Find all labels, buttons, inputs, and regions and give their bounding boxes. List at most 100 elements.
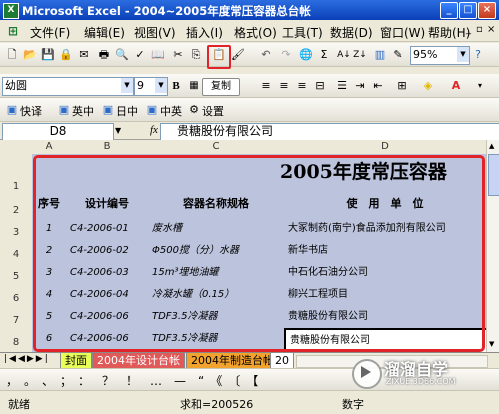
scroll-down-icon[interactable]: ▼ bbox=[489, 340, 494, 348]
title-cell[interactable]: 2005年度常压容器 bbox=[32, 154, 486, 192]
en-zh-icon[interactable]: ▣ bbox=[56, 102, 72, 118]
tab-20[interactable]: 20 bbox=[270, 353, 294, 369]
table-cell[interactable]: 6 bbox=[32, 328, 67, 352]
toolbar-options-icon[interactable]: ▾ bbox=[472, 78, 488, 94]
permission-icon[interactable]: 🔒 bbox=[58, 47, 74, 63]
doc-close-icon[interactable]: × bbox=[487, 24, 495, 35]
row-header-1[interactable]: 1 bbox=[0, 154, 33, 192]
table-cell[interactable]: C4-2006-04 bbox=[66, 284, 153, 307]
table-cell[interactable]: 15m³埋地油罐 bbox=[148, 262, 289, 285]
print-icon[interactable]: 🖶 bbox=[96, 47, 112, 63]
table-cell[interactable]: C4-2006-03 bbox=[66, 262, 153, 285]
menu-window[interactable]: 窗口(W) bbox=[380, 24, 425, 41]
menu-insert[interactable]: 插入(I) bbox=[186, 24, 223, 41]
table-cell[interactable]: C4-2006-06 bbox=[66, 328, 153, 352]
copy-format-button[interactable]: 复制 bbox=[202, 78, 240, 96]
row-header-5[interactable]: 5 bbox=[0, 262, 33, 285]
row-header-6[interactable]: 6 bbox=[0, 284, 33, 307]
name-box[interactable]: D8 bbox=[2, 123, 114, 141]
zoom-dropdown-icon[interactable]: ▼ bbox=[457, 47, 469, 62]
menu-help[interactable]: 帮助(H) bbox=[428, 24, 470, 41]
new-file-icon[interactable]: 🗋 bbox=[4, 47, 20, 63]
align-right-icon[interactable]: ≡ bbox=[294, 78, 310, 94]
copy-icon[interactable]: ⎘ bbox=[188, 47, 204, 63]
email-icon[interactable]: ✉ bbox=[76, 47, 92, 63]
cell-format-icon[interactable]: ▦ bbox=[186, 78, 202, 94]
table-cell[interactable]: TDF3.5冷凝器 bbox=[148, 306, 289, 329]
zh-en-icon[interactable]: ▣ bbox=[144, 102, 160, 118]
table-cell[interactable]: 新华书店 bbox=[284, 240, 486, 263]
font-size-dropdown-icon[interactable]: ▼ bbox=[155, 78, 167, 93]
close-button[interactable]: × bbox=[478, 2, 496, 19]
name-box-dropdown-icon[interactable]: ▼ bbox=[115, 126, 121, 135]
en-zh-button[interactable]: 英中 bbox=[72, 103, 94, 119]
column-header-c[interactable]: C bbox=[148, 140, 285, 155]
table-cell[interactable]: 柳兴工程项目 bbox=[284, 284, 486, 307]
settings-button[interactable]: 设置 bbox=[202, 103, 224, 119]
table-cell[interactable]: TDF3.5冷凝器 bbox=[148, 328, 289, 352]
ja-zh-icon[interactable]: ▣ bbox=[100, 102, 116, 118]
font-size-select[interactable]: 9 ▼ bbox=[134, 77, 168, 96]
row-header-7[interactable]: 7 bbox=[0, 306, 33, 329]
table-cell[interactable]: C4-2006-06 bbox=[66, 306, 153, 329]
doc-restore-icon[interactable]: ▫ bbox=[476, 24, 483, 35]
borders-icon[interactable]: ⊞ bbox=[394, 78, 410, 94]
table-cell[interactable]: 中石化石油分公司 bbox=[284, 262, 486, 285]
menu-view[interactable]: 视图(V) bbox=[134, 24, 176, 41]
bold-button[interactable]: B bbox=[168, 78, 184, 94]
help-icon[interactable]: ? bbox=[470, 47, 486, 63]
ja-zh-button[interactable]: 日中 bbox=[116, 103, 138, 119]
zoom-select[interactable]: 95% ▼ bbox=[410, 46, 470, 65]
autosum-icon[interactable]: Σ bbox=[316, 47, 332, 63]
spelling-icon[interactable]: ✓ bbox=[132, 47, 148, 63]
table-cell[interactable]: C4-2006-01 bbox=[66, 218, 153, 241]
table-cell[interactable]: 2 bbox=[32, 240, 67, 263]
align-center-icon[interactable]: ≡ bbox=[276, 78, 292, 94]
undo-icon[interactable]: ↶ bbox=[258, 47, 274, 63]
header-cell-no[interactable]: 序号 bbox=[32, 191, 67, 219]
menu-format[interactable]: 格式(O) bbox=[234, 24, 277, 41]
merge-center-icon[interactable]: ⊟ bbox=[312, 78, 328, 94]
symbol-buttons[interactable]: ，。、；：？！…—“《〔【 bbox=[6, 372, 270, 389]
settings-icon[interactable]: ⚙ bbox=[186, 102, 202, 118]
menu-edit[interactable]: 编辑(E) bbox=[84, 24, 125, 41]
excel-app-icon[interactable]: X bbox=[3, 3, 19, 19]
paste-icon[interactable]: 📋 bbox=[207, 45, 231, 69]
table-cell[interactable]: 4 bbox=[32, 284, 67, 307]
row-header-3[interactable]: 3 bbox=[0, 218, 33, 241]
sort-descending-icon[interactable]: Z↓ bbox=[352, 47, 368, 63]
redo-icon[interactable]: ↷ bbox=[278, 47, 294, 63]
chart-wizard-icon[interactable]: ▥ bbox=[372, 47, 388, 63]
sheet-nav-arrows-icon[interactable]: |◀◀▶▶| bbox=[4, 354, 50, 364]
zh-en-button[interactable]: 中英 bbox=[160, 103, 182, 119]
doc-minimize-icon[interactable]: _ bbox=[466, 24, 471, 35]
table-cell[interactable]: 大冢制药(南宁)食品添加剂有限公司 bbox=[284, 218, 486, 241]
justify-icon[interactable]: ☰ bbox=[334, 78, 350, 94]
row-header-4[interactable]: 4 bbox=[0, 240, 33, 263]
table-cell[interactable]: 3 bbox=[32, 262, 67, 285]
minimize-button[interactable]: _ bbox=[440, 2, 458, 19]
table-cell[interactable]: 废水槽 bbox=[148, 218, 289, 241]
format-painter-icon[interactable]: 🖌 bbox=[230, 47, 246, 63]
header-cell-user-unit[interactable]: 使 用 单 位 bbox=[284, 191, 486, 219]
table-cell[interactable]: 1 bbox=[32, 218, 67, 241]
column-header-d[interactable]: D bbox=[284, 140, 486, 155]
header-cell-vessel-name[interactable]: 容器名称规格 bbox=[148, 191, 285, 219]
hyperlink-icon[interactable]: 🌐 bbox=[298, 47, 314, 63]
tab-cover[interactable]: 封面 bbox=[60, 353, 92, 369]
menu-tools[interactable]: 工具(T) bbox=[282, 24, 323, 41]
save-icon[interactable]: 💾 bbox=[40, 47, 56, 63]
tab-2004-design[interactable]: 2004年设计台帐 bbox=[92, 353, 185, 369]
maximize-button[interactable]: □ bbox=[459, 2, 477, 19]
menu-file[interactable]: 文件(F) bbox=[30, 24, 70, 41]
table-cell[interactable]: C4-2006-02 bbox=[66, 240, 153, 263]
tab-2004-manufacture[interactable]: 2004年制造台帐 bbox=[186, 353, 279, 369]
open-folder-icon[interactable]: 📂 bbox=[22, 47, 38, 63]
header-cell-design-no[interactable]: 设计编号 bbox=[66, 191, 149, 219]
sort-ascending-icon[interactable]: A↓ bbox=[336, 47, 352, 63]
formula-input[interactable]: 贵糖股份有限公司 bbox=[160, 123, 499, 141]
active-cell-d8[interactable]: 贵糖股份有限公司 bbox=[284, 328, 486, 352]
font-color-icon[interactable]: A bbox=[448, 78, 464, 94]
fx-label[interactable]: fx bbox=[150, 124, 158, 136]
column-header-b[interactable]: B bbox=[66, 140, 149, 155]
